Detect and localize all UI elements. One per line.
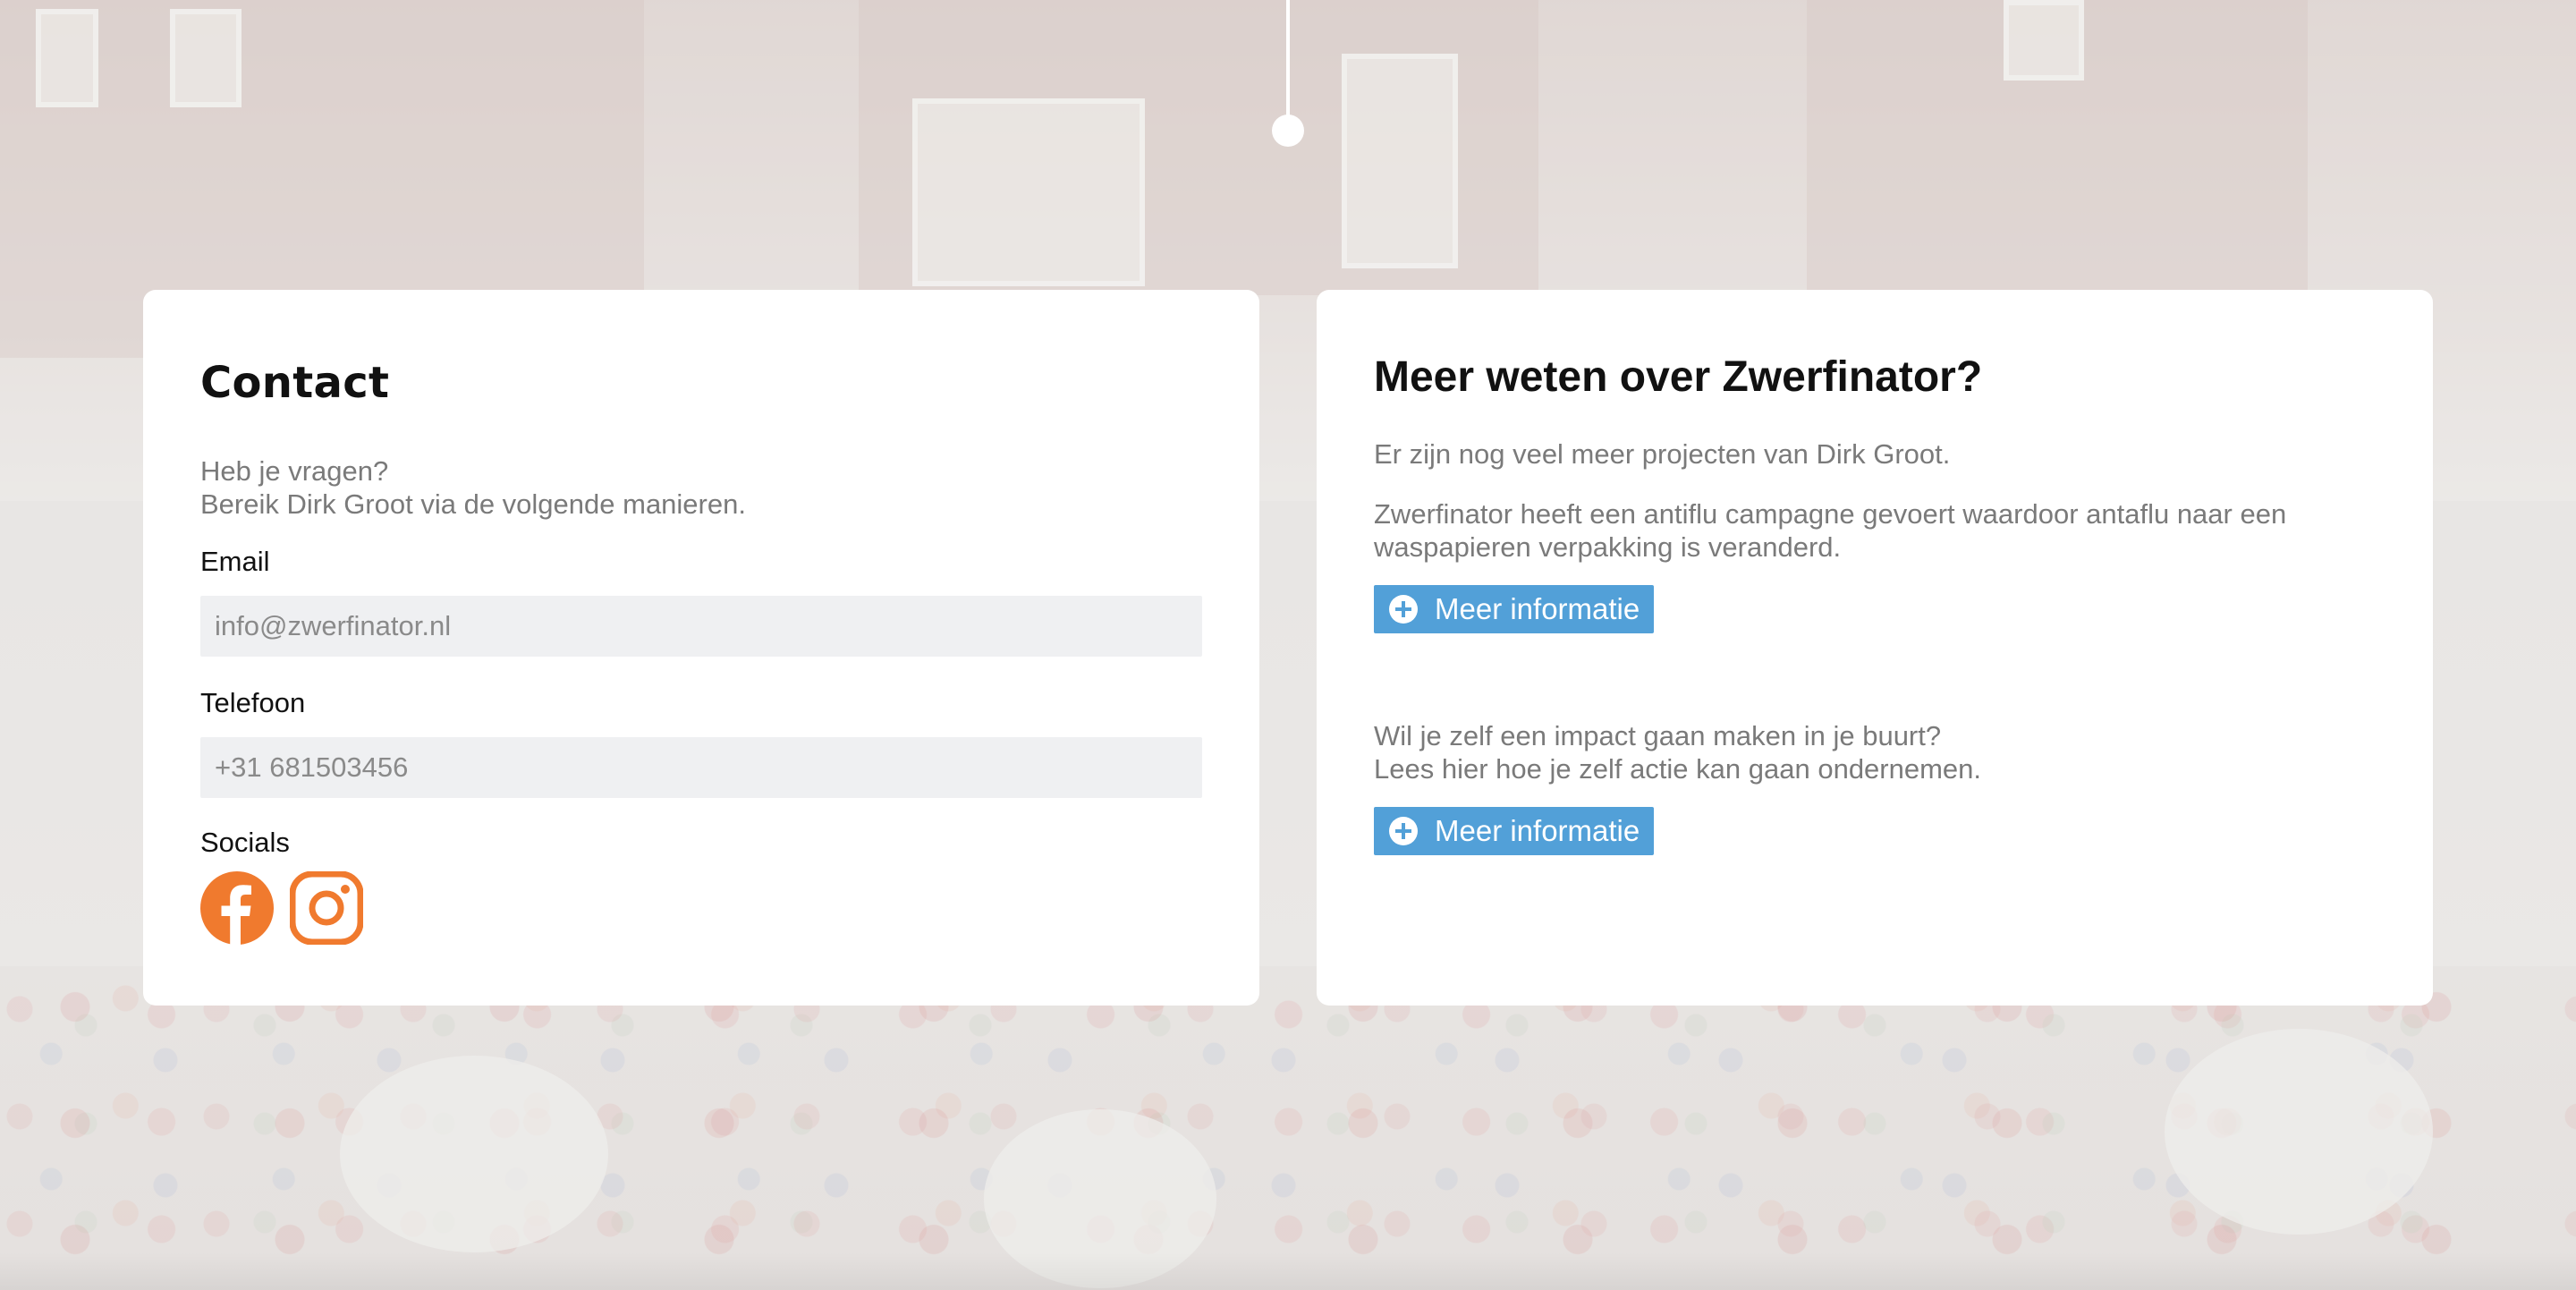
contact-intro-line2: Bereik Dirk Groot via de volgende manier…: [200, 488, 746, 520]
phone-label: Telefoon: [200, 687, 306, 718]
info-text-projects: Er zijn nog veel meer projecten van Dirk…: [1374, 438, 1951, 470]
contact-intro: Heb je vragen? Bereik Dirk Groot via de …: [200, 454, 1202, 521]
info-impact-line1: Wil je zelf een impact gaan maken in je …: [1374, 720, 1942, 751]
bottom-shadow: [0, 1252, 2576, 1290]
socials-row: [200, 870, 1202, 946]
email-label: Email: [200, 546, 270, 577]
info-text-campaign: Zwerfinator heeft een antiflu campagne g…: [1374, 498, 2287, 563]
socials-label: Socials: [200, 827, 290, 858]
phone-field[interactable]: [200, 737, 1202, 798]
contact-title: Contact: [200, 358, 390, 408]
instagram-icon[interactable]: [289, 870, 364, 946]
info-text-impact: Wil je zelf een impact gaan maken in je …: [1374, 719, 2376, 785]
timeline-dot: [1272, 115, 1304, 147]
info-title: Meer weten over Zwerfinator?: [1374, 353, 1983, 401]
plus-circle-icon: [1389, 817, 1418, 845]
contact-card: Contact Heb je vragen? Bereik Dirk Groot…: [143, 290, 1259, 1006]
email-field[interactable]: [200, 596, 1202, 657]
plus-circle-icon: [1389, 595, 1418, 624]
facebook-icon[interactable]: [200, 871, 274, 945]
timeline-line: [1286, 0, 1290, 125]
info-card: Meer weten over Zwerfinator? Er zijn nog…: [1317, 290, 2433, 1006]
contact-intro-line1: Heb je vragen?: [200, 455, 389, 487]
more-info-button-action[interactable]: Meer informatie: [1374, 807, 1655, 855]
more-info-button-label: Meer informatie: [1435, 592, 1640, 625]
info-impact-line2: Lees hier hoe je zelf actie kan gaan ond…: [1374, 753, 1982, 785]
more-info-button-label: Meer informatie: [1435, 814, 1640, 847]
more-info-button-campaign[interactable]: Meer informatie: [1374, 585, 1655, 633]
